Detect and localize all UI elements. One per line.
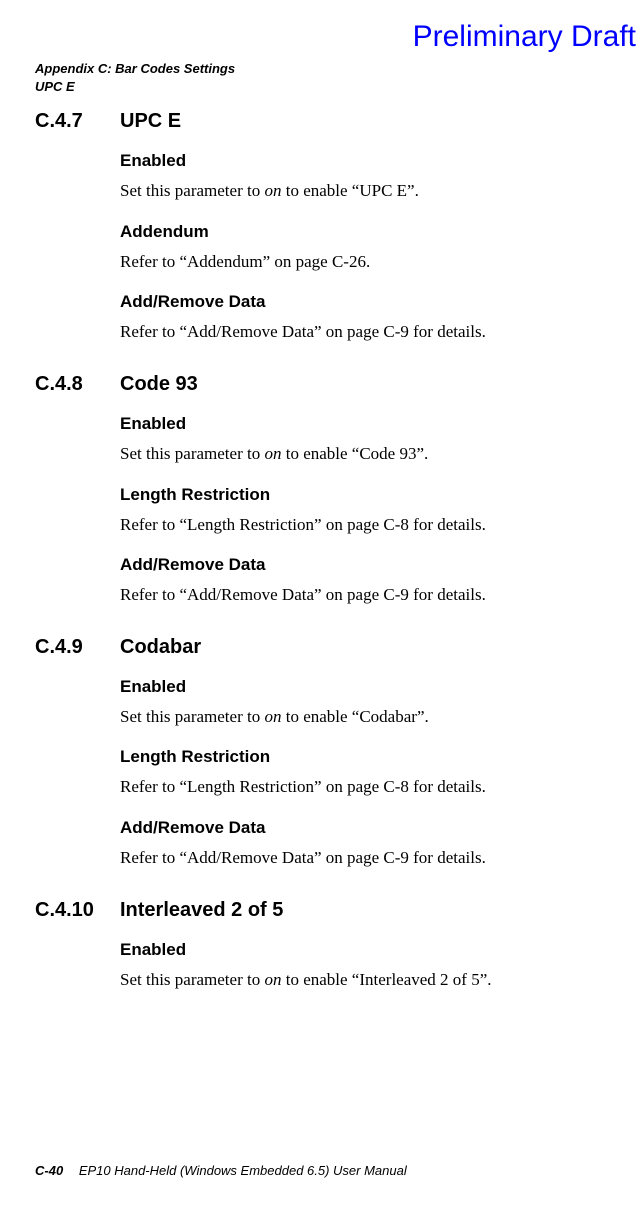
body-pre: Set this parameter to — [120, 181, 264, 200]
section-c48: C.4.8 Code 93 Enabled Set this parameter… — [35, 373, 601, 608]
subsection-body: Set this parameter to on to enable “Inte… — [120, 968, 601, 993]
section-title: Codabar — [120, 636, 601, 659]
body-pre: Set this parameter to — [120, 444, 264, 463]
manual-title: EP10 Hand-Held (Windows Embedded 6.5) Us… — [79, 1163, 407, 1178]
subsection-addremove: Add/Remove Data Refer to “Add/Remove Dat… — [120, 292, 601, 345]
subsection-heading: Add/Remove Data — [120, 555, 601, 575]
subsection-heading: Addendum — [120, 222, 601, 242]
section-label: UPC E — [35, 78, 235, 96]
section-title: Code 93 — [120, 373, 601, 396]
subsection-heading: Enabled — [120, 151, 601, 171]
section-number: C.4.7 — [35, 110, 120, 133]
section-title: UPC E — [120, 110, 601, 133]
subsection-heading: Add/Remove Data — [120, 292, 601, 312]
subsection-enabled: Enabled Set this parameter to on to enab… — [120, 151, 601, 204]
body-post: to enable “Code 93”. — [281, 444, 428, 463]
section-heading: C.4.8 Code 93 — [35, 373, 601, 396]
page-content: C.4.7 UPC E Enabled Set this parameter t… — [35, 110, 601, 1020]
section-number: C.4.9 — [35, 636, 120, 659]
subsection-heading: Length Restriction — [120, 747, 601, 767]
subsection-body: Set this parameter to on to enable “Coda… — [120, 705, 601, 730]
subsection-body: Refer to “Length Restriction” on page C-… — [120, 513, 601, 538]
subsection-length: Length Restriction Refer to “Length Rest… — [120, 485, 601, 538]
body-italic: on — [264, 444, 281, 463]
subsection-addremove: Add/Remove Data Refer to “Add/Remove Dat… — [120, 555, 601, 608]
subsection-heading: Length Restriction — [120, 485, 601, 505]
page-number: C-40 — [35, 1163, 63, 1178]
body-post: to enable “UPC E”. — [281, 181, 418, 200]
subsection-length: Length Restriction Refer to “Length Rest… — [120, 747, 601, 800]
page-footer: C-40 EP10 Hand-Held (Windows Embedded 6.… — [35, 1163, 407, 1178]
body-pre: Set this parameter to — [120, 707, 264, 726]
page-header: Appendix C: Bar Codes Settings UPC E — [35, 60, 235, 96]
section-number: C.4.10 — [35, 899, 120, 922]
section-c410: C.4.10 Interleaved 2 of 5 Enabled Set th… — [35, 899, 601, 993]
subsection-heading: Enabled — [120, 414, 601, 434]
watermark-text: Preliminary Draft — [413, 20, 636, 54]
subsection-body: Set this parameter to on to enable “Code… — [120, 442, 601, 467]
body-italic: on — [264, 707, 281, 726]
subsection-addremove: Add/Remove Data Refer to “Add/Remove Dat… — [120, 818, 601, 871]
section-heading: C.4.9 Codabar — [35, 636, 601, 659]
section-c47: C.4.7 UPC E Enabled Set this parameter t… — [35, 110, 601, 345]
section-heading: C.4.10 Interleaved 2 of 5 — [35, 899, 601, 922]
body-italic: on — [264, 970, 281, 989]
body-pre: Set this parameter to — [120, 970, 264, 989]
subsection-heading: Enabled — [120, 940, 601, 960]
subsection-addendum: Addendum Refer to “Addendum” on page C-2… — [120, 222, 601, 275]
subsection-heading: Enabled — [120, 677, 601, 697]
subsection-body: Refer to “Add/Remove Data” on page C-9 f… — [120, 846, 601, 871]
subsection-body: Refer to “Length Restriction” on page C-… — [120, 775, 601, 800]
body-italic: on — [264, 181, 281, 200]
subsection-enabled: Enabled Set this parameter to on to enab… — [120, 677, 601, 730]
section-c49: C.4.9 Codabar Enabled Set this parameter… — [35, 636, 601, 871]
subsection-body: Set this parameter to on to enable “UPC … — [120, 179, 601, 204]
subsection-enabled: Enabled Set this parameter to on to enab… — [120, 940, 601, 993]
body-post: to enable “Interleaved 2 of 5”. — [281, 970, 491, 989]
subsection-body: Refer to “Add/Remove Data” on page C-9 f… — [120, 583, 601, 608]
section-heading: C.4.7 UPC E — [35, 110, 601, 133]
body-post: to enable “Codabar”. — [281, 707, 428, 726]
appendix-label: Appendix C: Bar Codes Settings — [35, 60, 235, 78]
subsection-enabled: Enabled Set this parameter to on to enab… — [120, 414, 601, 467]
subsection-body: Refer to “Addendum” on page C-26. — [120, 250, 601, 275]
section-title: Interleaved 2 of 5 — [120, 899, 601, 922]
subsection-heading: Add/Remove Data — [120, 818, 601, 838]
subsection-body: Refer to “Add/Remove Data” on page C-9 f… — [120, 320, 601, 345]
section-number: C.4.8 — [35, 373, 120, 396]
